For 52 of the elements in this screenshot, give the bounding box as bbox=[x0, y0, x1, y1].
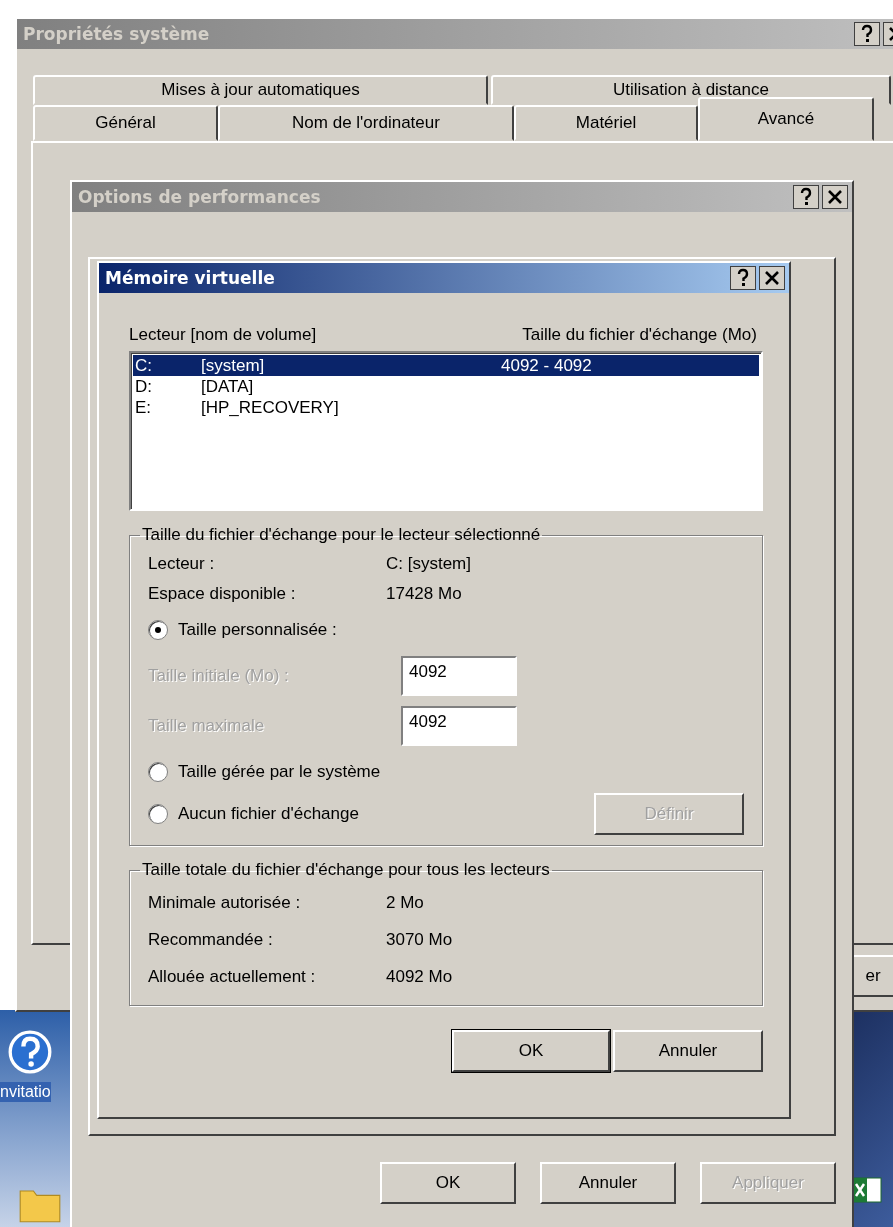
radio-button[interactable] bbox=[148, 804, 168, 824]
list-row[interactable]: E: [HP_RECOVERY] bbox=[133, 397, 759, 418]
help-button[interactable] bbox=[730, 266, 756, 290]
desktop-icon-label[interactable]: nvitatio bbox=[0, 1082, 51, 1102]
volume-name: [HP_RECOVERY] bbox=[201, 397, 340, 418]
info-value: C: [system] bbox=[386, 554, 471, 574]
radio-button[interactable] bbox=[148, 620, 168, 640]
tab[interactable]: Avancé bbox=[698, 97, 874, 141]
dialog-button[interactable]: OK bbox=[452, 1030, 610, 1072]
radio-label[interactable]: Aucun fichier d'échange bbox=[178, 804, 359, 824]
size-input[interactable]: 4092 bbox=[401, 656, 517, 696]
group-title: Taille totale du fichier d'échange pour tous les lecteurs bbox=[141, 860, 551, 880]
drive-letter: E: bbox=[134, 397, 153, 418]
radio-button[interactable] bbox=[148, 762, 168, 782]
radio-label[interactable]: Taille personnalisée : bbox=[178, 620, 337, 640]
volume-name: [system] bbox=[201, 355, 266, 376]
drive-letter: C: bbox=[134, 355, 153, 376]
window-title: Options de performances bbox=[78, 187, 321, 207]
info-value: 3070 Mo bbox=[386, 929, 453, 950]
column-header: Lecteur [nom de volume] bbox=[129, 325, 317, 345]
column-header: Taille du fichier d'échange (Mo) bbox=[522, 325, 757, 345]
tab[interactable]: Nom de l'ordinateur bbox=[218, 105, 514, 141]
tab[interactable]: Général bbox=[33, 105, 218, 141]
help-button[interactable] bbox=[793, 185, 819, 209]
info-label: Espace disponible : bbox=[148, 584, 297, 604]
radio-label[interactable]: Taille gérée par le système bbox=[178, 762, 381, 782]
tab[interactable]: Mises à jour automatiques bbox=[33, 75, 488, 105]
info-value: 17428 Mo bbox=[386, 584, 462, 604]
group-title: Taille du fichier d'échange pour le lecteur sélectionné bbox=[141, 525, 542, 545]
list-row[interactable]: D: [DATA] bbox=[133, 376, 759, 397]
size-input[interactable]: 4092 bbox=[401, 706, 517, 746]
close-button[interactable] bbox=[822, 185, 848, 209]
close-button[interactable] bbox=[759, 266, 785, 290]
page-file-size: 4092 - 4092 bbox=[501, 355, 592, 376]
list-row[interactable]: C: [system] 4092 - 4092 bbox=[133, 355, 759, 376]
info-label: Recommandée : bbox=[148, 929, 274, 950]
dialog-button[interactable]: OK bbox=[380, 1162, 516, 1204]
info-value: 4092 Mo bbox=[386, 966, 453, 987]
spreadsheet-icon[interactable] bbox=[852, 1175, 882, 1205]
info-label: Lecteur : bbox=[148, 554, 216, 574]
help-icon[interactable] bbox=[8, 1030, 52, 1074]
dialog-button[interactable]: Annuler bbox=[540, 1162, 676, 1204]
window-title: Propriétés système bbox=[23, 24, 210, 44]
tab[interactable]: Matériel bbox=[514, 105, 698, 141]
info-label: Allouée actuellement : bbox=[148, 966, 317, 987]
help-button[interactable] bbox=[854, 22, 880, 46]
drive-letter: D: bbox=[134, 376, 153, 397]
window-title: Mémoire virtuelle bbox=[105, 268, 275, 288]
info-label: Minimale autorisée : bbox=[148, 892, 302, 913]
info-value: 2 Mo bbox=[386, 892, 424, 913]
volume-name: [DATA] bbox=[201, 376, 255, 397]
dialog-button[interactable]: Annuler bbox=[613, 1030, 763, 1072]
